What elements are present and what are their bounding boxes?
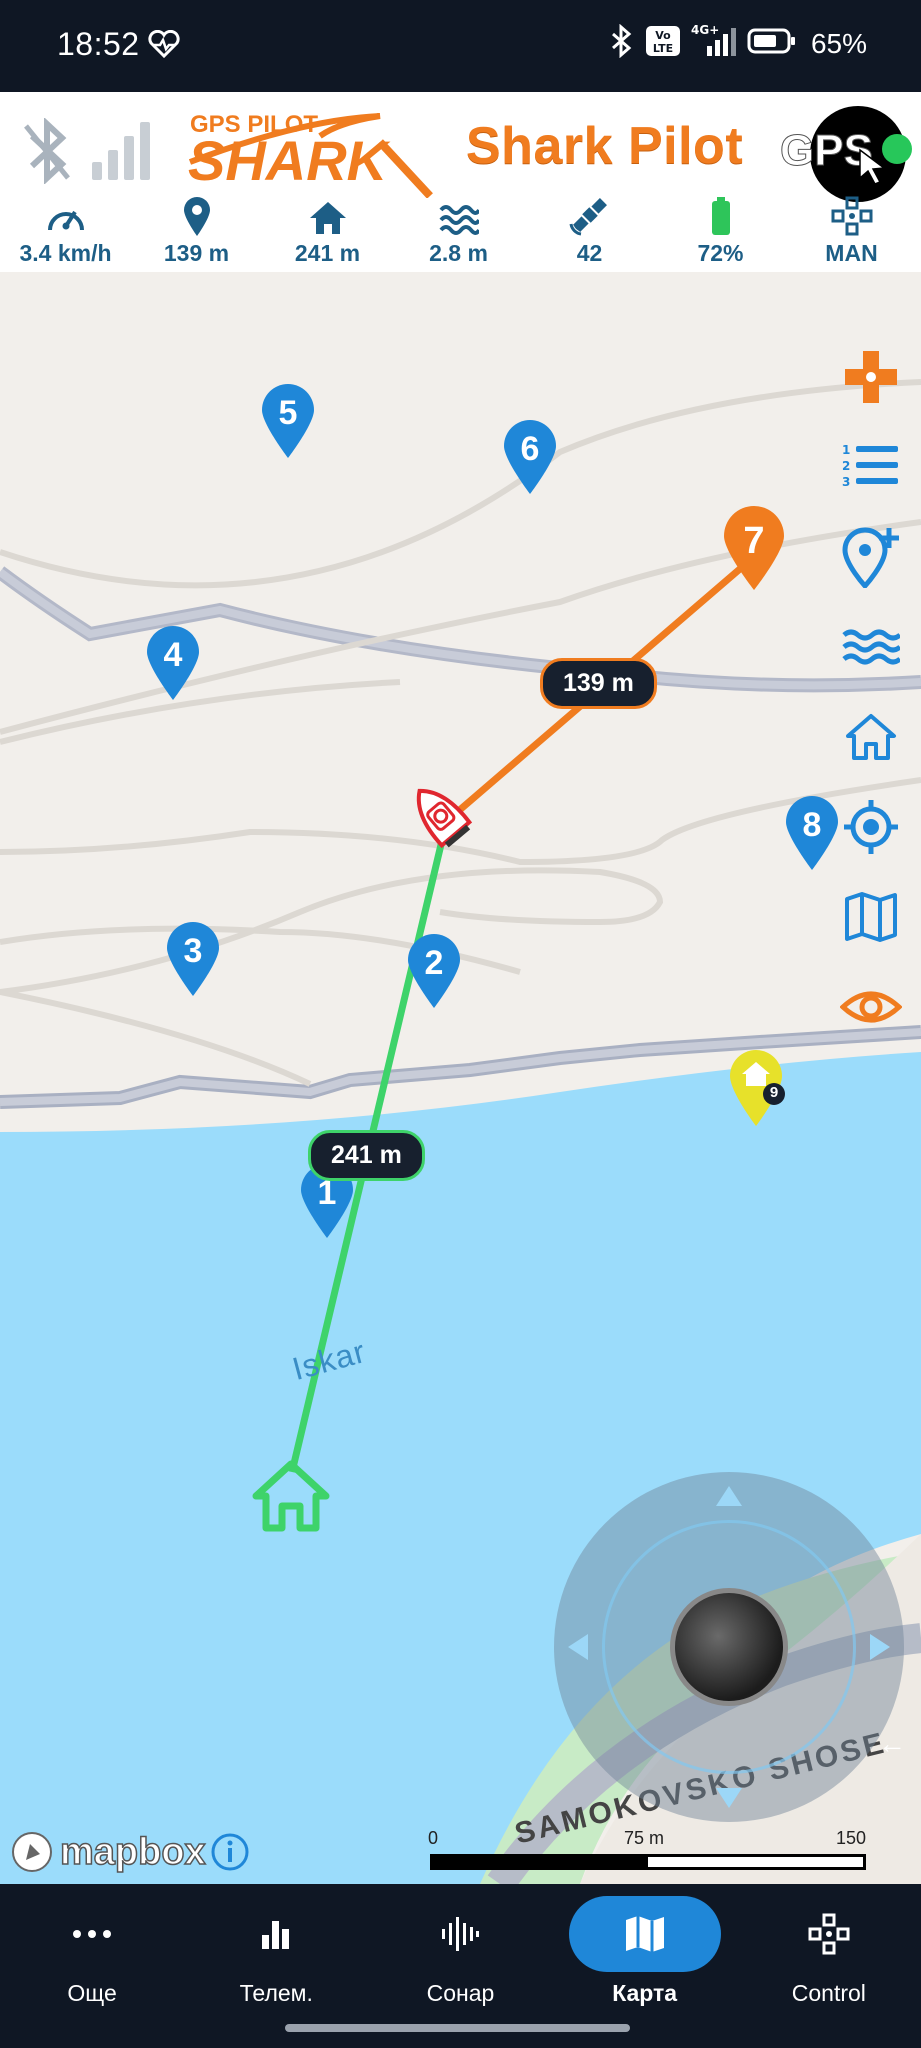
locate-target-icon[interactable] <box>835 782 907 872</box>
bluetooth-icon <box>607 23 635 63</box>
svg-text:LTE: LTE <box>653 42 673 55</box>
home-icon <box>262 194 393 236</box>
status-bar: 18:52 Vo LTE 4G+ 65% <box>0 0 921 92</box>
sonar-wave-icon <box>380 1896 540 1972</box>
nav-control-label: Control <box>791 1980 866 2006</box>
scale-bar <box>430 1854 866 1870</box>
stat-home-distance: 241 m <box>262 194 393 267</box>
svg-text:Vo: Vo <box>655 29 671 42</box>
stat-home-distance-value: 241 m <box>294 240 361 266</box>
battery-status-icon <box>747 27 797 60</box>
map-scale-bar: 0 75 m 150 m <box>428 1828 868 1878</box>
bluetooth-disconnected-icon[interactable] <box>22 117 72 189</box>
shark-gps-pilot-logo: GPS PILOT SHARK <box>180 102 450 203</box>
collapse-arrow-icon[interactable]: ← <box>878 1728 906 1760</box>
bar-chart-icon <box>196 1896 356 1972</box>
target-distance-label: 139 m <box>540 658 657 709</box>
manual-control-joystick[interactable] <box>554 1472 904 1822</box>
svg-text:3: 3 <box>842 475 850 489</box>
stat-target-distance-value: 139 m <box>163 240 230 266</box>
system-home-indicator[interactable] <box>285 2024 630 2032</box>
stat-depth-value: 2.8 m <box>429 240 488 266</box>
radio-signal-icon <box>90 118 154 187</box>
waves-depth-icon <box>393 194 524 236</box>
stat-speed-value: 3.4 km/h <box>19 240 112 266</box>
waypoint-marker-7[interactable]: 7 <box>722 504 786 590</box>
waypoint-marker-8[interactable]: 8 <box>784 794 840 870</box>
speedometer-icon <box>0 194 131 236</box>
satellite-icon <box>524 194 655 236</box>
waypoint-marker-5[interactable]: 5 <box>260 382 316 458</box>
svg-text:SHARK: SHARK <box>188 129 391 192</box>
scale-label-start: 0 <box>428 1828 439 1848</box>
waypoint-marker-6[interactable]: 6 <box>502 418 558 494</box>
mapbox-logo: mapbox <box>10 1830 206 1874</box>
info-icon[interactable] <box>210 1832 250 1877</box>
map-layers-icon[interactable] <box>835 872 907 962</box>
gps-cursor-icon <box>858 148 887 189</box>
joystick-control-icon <box>786 194 917 236</box>
stat-mode: MAN <box>786 194 917 267</box>
stat-battery: 72% <box>655 194 786 267</box>
nav-telemetry-label: Телем. <box>239 1980 313 2006</box>
home-distance-label: 241 m <box>308 1130 425 1181</box>
map-side-toolbar: 1 2 3 <box>835 332 907 1052</box>
more-dots-icon <box>12 1896 172 1972</box>
nav-sonar-label: Сонар <box>426 1980 495 2006</box>
cell-signal-icon: 4G+ <box>691 23 737 63</box>
app-title: Shark Pilot <box>466 117 744 175</box>
joystick-knob[interactable] <box>670 1588 788 1706</box>
status-time: 18:52 <box>57 26 140 62</box>
stat-mode-value: MAN <box>825 240 878 266</box>
visibility-eye-icon[interactable] <box>835 962 907 1052</box>
joystick-control-icon <box>749 1896 909 1972</box>
svg-text:4G+: 4G+ <box>691 24 719 37</box>
map-view[interactable]: 1 2 3 4 5 6 7 8 9 139 m 241 m Iskar SAMO… <box>0 272 921 1884</box>
scale-label-mid: 75 m <box>624 1828 665 1848</box>
route-list-icon[interactable]: 1 2 3 <box>835 422 907 512</box>
telemetry-stats-row: 3.4 km/h 139 m 241 m 2.8 m 42 72% MAN <box>0 194 921 267</box>
waypoint-marker-3[interactable]: 3 <box>165 920 221 996</box>
nav-more-label: Още <box>67 1980 117 2006</box>
add-waypoint-icon[interactable] <box>835 512 907 602</box>
nav-map-label: Карта <box>612 1980 678 2006</box>
depth-waves-icon[interactable] <box>835 602 907 692</box>
app-header: GPS PILOT SHARK Shark Pilot GPS 3.4 km/h… <box>0 92 921 272</box>
home-icon[interactable] <box>835 692 907 782</box>
home-launch-icon[interactable] <box>252 1460 330 1537</box>
boat-position-marker <box>412 778 476 867</box>
home-waypoint-marker[interactable]: 9 <box>728 1046 788 1126</box>
stat-battery-value: 72% <box>697 240 744 266</box>
waypoint-marker-2[interactable]: 2 <box>406 932 462 1008</box>
heart-pulse-icon <box>148 29 180 63</box>
nav-more[interactable]: Още <box>12 1896 172 2048</box>
nav-control[interactable]: Control <box>749 1896 909 2048</box>
stat-satellites-value: 42 <box>576 240 603 266</box>
waypoint-marker-4[interactable]: 4 <box>145 624 201 700</box>
map-icon <box>568 1896 721 1972</box>
gamepad-icon[interactable] <box>835 332 907 422</box>
location-pin-icon <box>131 194 262 236</box>
svg-text:1: 1 <box>842 443 850 457</box>
battery-percent: 65% <box>810 27 867 59</box>
gps-connected-dot <box>882 134 912 164</box>
stat-target-distance: 139 m <box>131 194 262 267</box>
stat-satellites: 42 <box>524 194 655 267</box>
battery-icon <box>655 194 786 236</box>
stat-speed: 3.4 km/h <box>0 194 131 267</box>
svg-text:2: 2 <box>842 459 850 473</box>
stat-depth: 2.8 m <box>393 194 524 267</box>
volte-icon: Vo LTE <box>645 25 681 62</box>
home-marker-badge: 9 <box>769 1084 779 1101</box>
